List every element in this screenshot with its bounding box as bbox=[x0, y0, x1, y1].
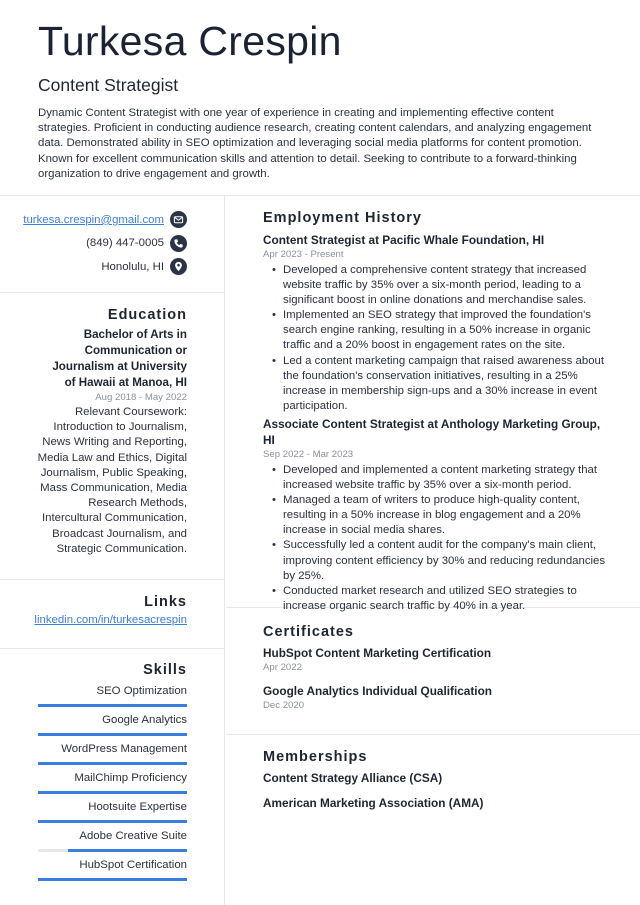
education-description: Relevant Coursework: Introduction to Jou… bbox=[37, 406, 187, 555]
job-bullet: Developed a comprehensive content strate… bbox=[263, 263, 610, 308]
skill-level-bar bbox=[38, 820, 187, 823]
membership-item: Content Strategy Alliance (CSA) bbox=[263, 771, 443, 785]
skill-item: HubSpot Certification bbox=[0, 858, 187, 881]
skill-item: Google Analytics bbox=[0, 713, 187, 736]
job-title: Content Strategist bbox=[38, 75, 179, 95]
certificates-section: Certificates HubSpot Content Marketing C… bbox=[226, 608, 640, 735]
memberships-list: Content Strategy Alliance (CSA) American … bbox=[263, 771, 610, 811]
profile-summary: Dynamic Content Strategist with one year… bbox=[38, 107, 592, 180]
job-bullets: Developed a comprehensive content strate… bbox=[263, 263, 610, 414]
skill-item: Hootsuite Expertise bbox=[0, 800, 187, 823]
skill-item: SEO Optimization bbox=[0, 684, 187, 707]
email-link[interactable]: turkesa.crespin@gmail.com bbox=[23, 214, 164, 226]
contact-location-row: Honolulu, HI bbox=[0, 255, 187, 279]
job-entry-dates: Apr 2023 - Present bbox=[263, 249, 344, 260]
job-entry-title: Content Strategist at Pacific Whale Foun… bbox=[263, 233, 545, 247]
resume-header: Turkesa Crespin Content Strategist Dynam… bbox=[0, 0, 640, 196]
skill-level-fill bbox=[67, 849, 187, 852]
skill-level-fill bbox=[38, 704, 187, 707]
location: Honolulu, HI bbox=[101, 260, 164, 273]
skill-name: HubSpot Certification bbox=[79, 859, 187, 871]
skill-name: SEO Optimization bbox=[96, 685, 187, 697]
links-section: Links linkedin.com/in/turkesacrespin bbox=[0, 580, 224, 649]
right-column: Employment History Content Strategist at… bbox=[226, 196, 640, 905]
skill-item: WordPress Management bbox=[0, 742, 187, 765]
skill-name: Adobe Creative Suite bbox=[79, 830, 187, 842]
job-bullet: Developed and implemented a content mark… bbox=[263, 463, 610, 493]
contact-email-row: turkesa.crespin@gmail.com bbox=[0, 208, 187, 232]
linkedin-link[interactable]: linkedin.com/in/turkesacrespin bbox=[0, 614, 187, 626]
resume-body: turkesa.crespin@gmail.com (849) 447-0005… bbox=[0, 196, 640, 905]
envelope-icon bbox=[170, 211, 187, 229]
map-pin-icon bbox=[170, 258, 187, 276]
phone-number: (849) 447-0005 bbox=[86, 237, 164, 250]
skill-name: Google Analytics bbox=[102, 714, 187, 726]
skill-level-fill bbox=[38, 878, 187, 881]
skill-level-fill bbox=[38, 762, 187, 765]
job-bullet: Implemented an SEO strategy that improve… bbox=[263, 308, 610, 353]
skill-name: MailChimp Proficiency bbox=[74, 772, 187, 784]
education-section: Education Bachelor of Arts in Communicat… bbox=[0, 293, 224, 580]
skill-item: MailChimp Proficiency bbox=[0, 771, 187, 794]
skill-level-bar bbox=[38, 704, 187, 707]
education-heading: Education bbox=[107, 307, 187, 323]
memberships-heading: Memberships bbox=[263, 749, 368, 765]
employment-heading: Employment History bbox=[263, 210, 422, 226]
certificate-name: Google Analytics Individual Qualificatio… bbox=[263, 684, 492, 698]
certificates-list: HubSpot Content Marketing Certification A… bbox=[263, 646, 610, 713]
certificate-date: Apr 2022 bbox=[263, 662, 302, 673]
skill-level-bar bbox=[38, 849, 187, 852]
jobs-list: Content Strategist at Pacific Whale Foun… bbox=[263, 232, 610, 614]
job-entry-dates: Sep 2022 - Mar 2023 bbox=[263, 448, 354, 460]
job-entry-title: Associate Content Strategist at Antholog… bbox=[263, 416, 601, 447]
skill-level-fill bbox=[38, 820, 187, 823]
skill-level-bar bbox=[38, 733, 187, 736]
links-heading: Links bbox=[144, 594, 187, 610]
membership-item: American Marketing Association (AMA) bbox=[263, 796, 484, 810]
job-bullet: Conducted market research and utilized S… bbox=[263, 584, 610, 614]
skill-level-bar bbox=[38, 878, 187, 881]
certificate-name: HubSpot Content Marketing Certification bbox=[263, 646, 492, 660]
job-bullet: Successfully led a content audit for the… bbox=[263, 538, 610, 583]
education-degree: Bachelor of Arts in Communication or Jou… bbox=[52, 328, 187, 389]
skill-item: Adobe Creative Suite bbox=[0, 829, 187, 852]
employment-section: Employment History Content Strategist at… bbox=[226, 196, 640, 612]
skill-name: Hootsuite Expertise bbox=[88, 801, 187, 813]
contact-phone-row: (849) 447-0005 bbox=[0, 232, 187, 256]
phone-icon bbox=[170, 234, 187, 252]
skill-level-bar bbox=[38, 791, 187, 794]
skill-level-fill bbox=[38, 791, 187, 794]
skill-name: WordPress Management bbox=[61, 743, 187, 755]
certificate-date: Dec 2020 bbox=[263, 700, 305, 711]
job-entry: Associate Content Strategist at Antholog… bbox=[263, 416, 610, 614]
certificate-item: HubSpot Content Marketing Certification A… bbox=[263, 646, 610, 675]
skills-section: Skills SEO Optimization Google Analytics W… bbox=[0, 649, 224, 881]
job-entry: Content Strategist at Pacific Whale Foun… bbox=[263, 232, 610, 414]
memberships-section: Memberships Content Strategy Alliance (C… bbox=[226, 735, 640, 811]
job-bullets: Developed and implemented a content mark… bbox=[263, 463, 610, 614]
contact-section: turkesa.crespin@gmail.com (849) 447-0005… bbox=[0, 196, 224, 293]
skill-level-fill bbox=[38, 733, 187, 736]
job-bullet: Managed a team of writers to produce hig… bbox=[263, 493, 610, 538]
certificates-heading: Certificates bbox=[263, 624, 354, 640]
job-bullet: Led a content marketing campaign that ra… bbox=[263, 354, 610, 414]
skills-list: SEO Optimization Google Analytics WordPres… bbox=[0, 684, 187, 881]
candidate-name: Turkesa Crespin bbox=[38, 18, 342, 64]
left-column: turkesa.crespin@gmail.com (849) 447-0005… bbox=[0, 196, 225, 905]
skills-heading: Skills bbox=[143, 662, 187, 678]
certificate-item: Google Analytics Individual Qualificatio… bbox=[263, 684, 610, 713]
education-dates: Aug 2018 - May 2022 bbox=[95, 392, 187, 403]
skill-level-bar bbox=[38, 762, 187, 765]
